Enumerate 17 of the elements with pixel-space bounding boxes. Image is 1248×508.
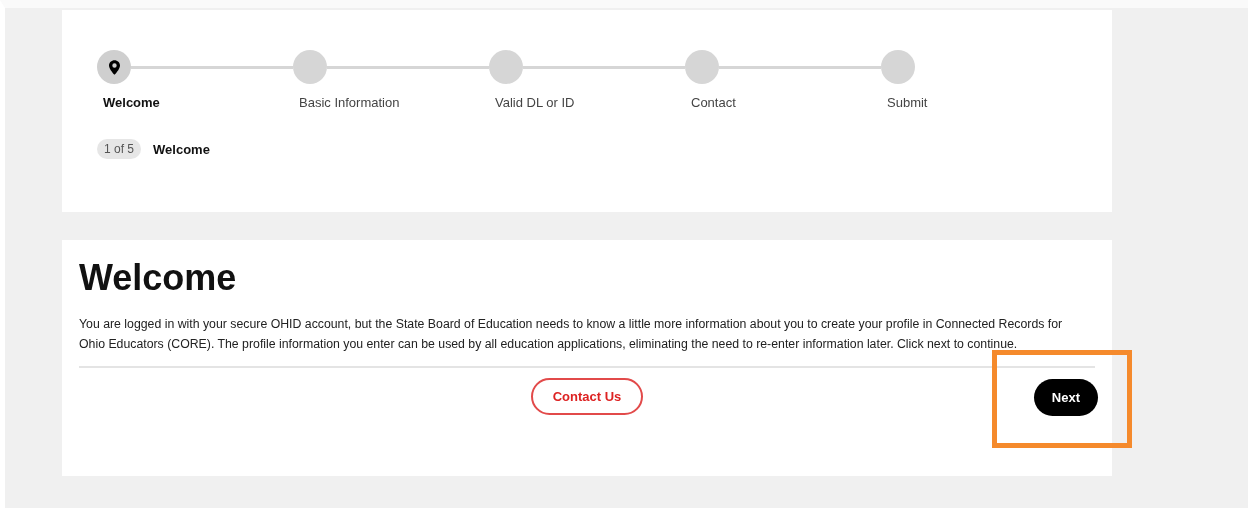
- location-pin-icon: [108, 59, 120, 75]
- step-count-badge: 1 of 5: [97, 139, 142, 159]
- step-label: Contact: [691, 95, 737, 110]
- step-label: Basic Information: [299, 95, 401, 110]
- step-marker[interactable]: [293, 50, 327, 84]
- step-marker[interactable]: [489, 50, 523, 84]
- page-heading: Welcome: [79, 256, 238, 300]
- step-marker[interactable]: [881, 50, 915, 84]
- step-label: Welcome: [103, 95, 161, 110]
- step-label: Valid DL or ID: [495, 95, 576, 110]
- step-marker[interactable]: [97, 50, 131, 84]
- contact-us-button[interactable]: Contact Us: [530, 377, 644, 415]
- intro-paragraph: You are logged in with your secure OHID account, but the State Board of Education needs to know a little more information about you to create your profile in Connected Records for Ohio Educators (CORE). The profile information you enter can be used by all education applications, eliminating the need to re-enter information later. Click next to continue.: [79, 316, 1064, 353]
- next-button[interactable]: Next: [1033, 379, 1098, 416]
- current-step-label: Welcome: [153, 141, 210, 157]
- step-marker[interactable]: [685, 50, 719, 84]
- step-label: Submit: [887, 95, 929, 110]
